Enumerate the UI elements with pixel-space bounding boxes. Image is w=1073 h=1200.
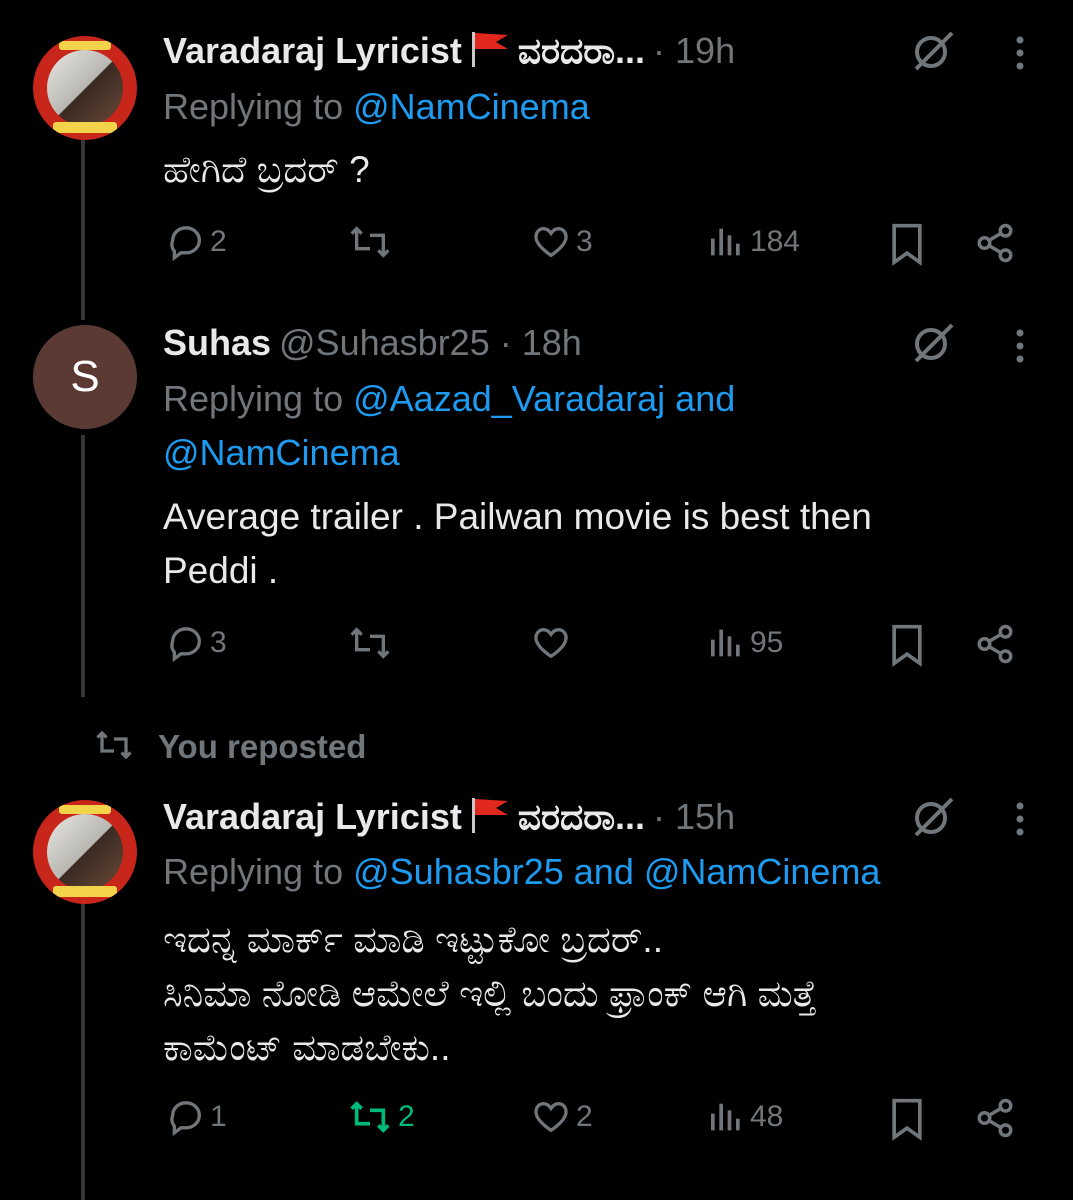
tweet-header: Varadaraj Lyricist ವರದರಾ... · 15h	[163, 794, 735, 840]
like-count: 2	[576, 1100, 593, 1133]
tweet-text-line: ಸಿನಿಮಾ ನೋಡಿ ಆಮೇಲೆ ಇಲ್ಲಿ ಬಂದು ಫ್ರಾಂಕ್ ಆಗಿ…	[163, 973, 817, 1014]
display-name-suffix[interactable]: ವರದರಾ...	[518, 796, 645, 839]
views-button[interactable]: 184	[706, 222, 800, 262]
repost-icon	[92, 727, 136, 767]
more-icon[interactable]	[1010, 35, 1030, 75]
tweet-actions: 2 3 184	[0, 222, 1073, 272]
tweet-text-line: ಕಾಮೆಂಟ್ ಮಾಡಬೇಕು..	[163, 1027, 451, 1068]
reply-icon	[166, 1097, 206, 1137]
bookmark-icon	[888, 623, 926, 667]
tweet-text: Average trailer . Pailwan movie is best …	[163, 490, 1043, 598]
tweet-text-line: ಹೇಗಿದೆ ಬ್ರದರ್ ?	[163, 149, 370, 190]
share-button[interactable]	[974, 1097, 1016, 1139]
reply-icon	[166, 222, 206, 262]
replying-to: Replying to @Suhasbr25 and @NamCinema	[163, 845, 880, 899]
mention-link[interactable]: @NamCinema	[163, 426, 735, 480]
tweet[interactable]: Varadaraj Lyricist ವರದರಾ... · 19h Replyi…	[0, 0, 1073, 300]
repost-icon	[346, 222, 394, 262]
bookmark-button[interactable]	[888, 222, 926, 266]
share-button[interactable]	[974, 623, 1016, 665]
share-button[interactable]	[974, 222, 1016, 264]
tweet[interactable]: S Suhas @Suhasbr25 · 18h Replying to @Aa…	[0, 300, 1073, 705]
views-icon	[706, 222, 746, 262]
display-name[interactable]: Varadaraj Lyricist	[163, 796, 462, 838]
like-count: 3	[576, 225, 593, 258]
grok-icon[interactable]	[908, 791, 958, 841]
views-button[interactable]: 48	[706, 1097, 783, 1137]
repost-banner: You reposted	[92, 727, 366, 767]
repost-count: 2	[398, 1100, 415, 1133]
like-button[interactable]: 2	[530, 1097, 593, 1137]
repost-button[interactable]: 2	[346, 1097, 415, 1137]
tweet-text: ಹೇಗಿದೆ ಬ್ರದರ್ ?	[163, 143, 1043, 197]
views-count: 184	[750, 225, 801, 258]
reply-count: 3	[210, 626, 227, 659]
reply-count: 2	[210, 225, 227, 258]
like-button[interactable]	[530, 623, 576, 663]
views-button[interactable]: 95	[706, 623, 783, 663]
like-icon	[530, 1097, 572, 1137]
repost-icon	[346, 1097, 394, 1137]
mention-link[interactable]: @Suhasbr25 and @NamCinema	[353, 851, 880, 892]
replying-to-prefix: Replying to	[163, 851, 354, 892]
display-name-suffix[interactable]: ವರದರಾ...	[518, 30, 645, 73]
tweet-actions: 1 2 2 48	[0, 1097, 1073, 1147]
avatar[interactable]	[33, 800, 137, 904]
tweet-meta: · 15h	[653, 796, 736, 837]
display-name[interactable]: Varadaraj Lyricist	[163, 30, 462, 72]
tweet-actions: 3 95	[0, 623, 1073, 673]
tweet-header: Suhas @Suhasbr25 · 18h	[163, 320, 582, 366]
tweet-header: Varadaraj Lyricist ವರದರಾ... · 19h	[163, 28, 735, 74]
display-name[interactable]: Suhas	[163, 322, 271, 364]
tweet-text-line: ಇದನ್ನ ಮಾರ್ಕ್ ಮಾಡಿ ಇಟ್ಟುಕೋ ಬ್ರದರ್..	[163, 919, 663, 960]
repost-banner-label: You reposted	[158, 728, 367, 765]
repost-button[interactable]	[346, 623, 398, 663]
replying-to-prefix: Replying to	[163, 86, 354, 127]
share-icon	[974, 222, 1016, 264]
bookmark-button[interactable]	[888, 1097, 926, 1141]
avatar[interactable]: S	[33, 325, 137, 429]
more-icon[interactable]	[1010, 801, 1030, 841]
reply-icon	[166, 623, 206, 663]
red-flag-emoji	[468, 29, 512, 73]
bookmark-button[interactable]	[888, 623, 926, 667]
tweet-text: ಇದನ್ನ ಮಾರ್ಕ್ ಮಾಡಿ ಇಟ್ಟುಕೋ ಬ್ರದರ್.. ಸಿನಿಮ…	[163, 913, 1043, 1075]
reply-count: 1	[210, 1100, 227, 1133]
reply-button[interactable]: 2	[166, 222, 227, 262]
tweet-meta: · 19h	[653, 30, 736, 71]
bookmark-icon	[888, 222, 926, 266]
like-icon	[530, 623, 572, 663]
bookmark-icon	[888, 1097, 926, 1141]
grok-icon[interactable]	[908, 317, 958, 367]
share-icon	[974, 1097, 1016, 1139]
views-count: 48	[750, 1100, 784, 1133]
tweet[interactable]: Varadaraj Lyricist ವರದರಾ... · 15h Replyi…	[0, 775, 1073, 1200]
like-button[interactable]: 3	[530, 222, 593, 262]
tweet-meta: @Suhasbr25 · 18h	[279, 322, 582, 363]
tweet-text-line: Peddi .	[163, 550, 279, 591]
views-icon	[706, 1097, 746, 1137]
red-flag-emoji	[468, 795, 512, 839]
mention-link[interactable]: @NamCinema	[353, 86, 590, 127]
replying-to: Replying to @Aazad_Varadaraj and @NamCin…	[163, 372, 735, 480]
views-icon	[706, 623, 746, 663]
repost-icon	[346, 623, 394, 663]
reply-button[interactable]: 1	[166, 1097, 227, 1137]
more-icon[interactable]	[1010, 328, 1030, 368]
grok-icon[interactable]	[908, 25, 958, 75]
tweet-text-line: Average trailer . Pailwan movie is best …	[163, 496, 872, 537]
views-count: 95	[750, 626, 784, 659]
replying-to: Replying to @NamCinema	[163, 80, 590, 134]
avatar[interactable]	[33, 36, 137, 140]
repost-button[interactable]	[346, 222, 398, 262]
like-icon	[530, 222, 572, 262]
share-icon	[974, 623, 1016, 665]
reply-button[interactable]: 3	[166, 623, 227, 663]
replying-to-prefix: Replying to	[163, 378, 354, 419]
mention-link[interactable]: @Aazad_Varadaraj and	[353, 378, 735, 419]
